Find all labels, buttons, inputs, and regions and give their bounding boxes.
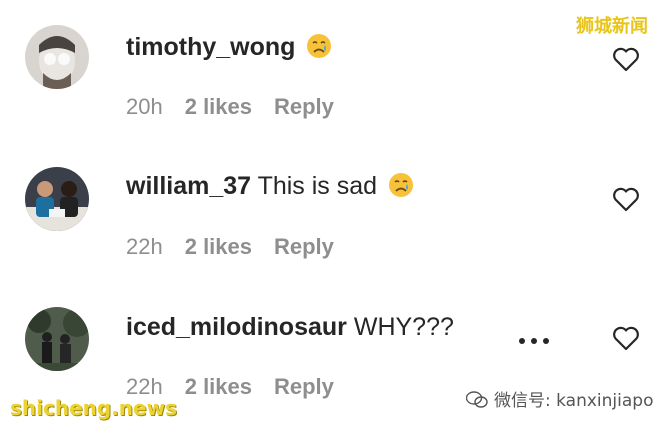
likes-count[interactable]: 2 likes [185,374,252,399]
comment-time: 22h [126,234,163,259]
reply-button[interactable]: Reply [274,94,334,119]
comment-text: This is sad [257,172,378,200]
comment-time: 20h [126,94,163,119]
comment-item: timothy_wong 20h 2 likes Reply [0,0,658,140]
reply-button[interactable]: Reply [274,234,334,259]
comment-text: WHY??? [353,313,454,341]
comment-meta: 20h 2 likes Reply [126,94,356,120]
like-heart-icon[interactable] [612,325,640,351]
avatar[interactable] [25,25,89,89]
like-heart-icon[interactable] [612,46,640,72]
username[interactable]: william_37 [126,172,251,200]
comment-line: iced_milodinosaur WHY??? [126,312,454,342]
comment-meta: 22h 2 likes Reply [126,234,356,260]
wechat-id: 微信号: kanxinjiapo [494,391,654,411]
avatar[interactable] [25,167,89,231]
reply-button[interactable]: Reply [274,374,334,399]
username[interactable]: timothy_wong [126,33,295,61]
like-heart-icon[interactable] [612,186,640,212]
comment-line: timothy_wong [126,32,332,62]
likes-count[interactable]: 2 likes [185,234,252,259]
likes-count[interactable]: 2 likes [185,94,252,119]
crying-face-icon [307,34,332,58]
avatar[interactable] [25,307,89,371]
watermark-right: 微信号: kanxinjiapo [466,386,653,411]
more-options-icon[interactable] [517,336,551,346]
wechat-icon [466,391,488,408]
crying-face-icon [389,173,414,197]
comment-line: william_37 This is sad [126,171,414,201]
watermark-left: shicheng.news [10,396,177,420]
username[interactable]: iced_milodinosaur [126,313,347,341]
comment-item: william_37 This is sad 22h 2 likes Reply [0,140,658,280]
